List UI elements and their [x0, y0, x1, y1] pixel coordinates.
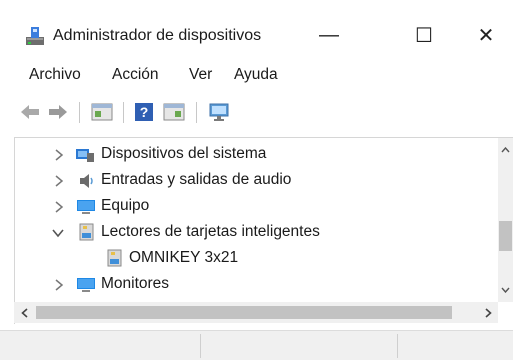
title-bar: Administrador de dispositivos — ☐ ✕	[0, 0, 513, 64]
minimize-icon: —	[319, 23, 339, 46]
menu-ver[interactable]: Ver	[189, 66, 212, 84]
speaker-icon	[80, 174, 93, 188]
chevron-left-icon	[20, 307, 28, 318]
status-bar-divider	[200, 334, 201, 358]
toolbar: ?	[0, 91, 513, 131]
tree-item-label: OMNIKEY 3x21	[129, 249, 239, 266]
monitor-icon	[77, 200, 95, 214]
horizontal-scroll-thumb[interactable]	[36, 306, 452, 319]
menu-archivo[interactable]: Archivo	[29, 66, 81, 84]
scan-hardware-button[interactable]	[207, 101, 231, 123]
scroll-up-button[interactable]	[498, 144, 513, 156]
chevron-right-icon	[484, 307, 492, 318]
horizontal-scrollbar[interactable]	[14, 302, 498, 323]
chevron-right-icon[interactable]	[52, 200, 66, 214]
chevron-down-icon	[501, 287, 510, 293]
chevron-right-icon[interactable]	[52, 148, 66, 162]
tree-item-monitores[interactable]: Monitores	[15, 272, 499, 298]
scroll-down-button[interactable]	[498, 284, 513, 296]
tree-item-label: Monitores	[101, 275, 170, 292]
window-title: Administrador de dispositivos	[53, 27, 262, 44]
update-driver-icon	[163, 103, 185, 121]
maximize-icon: ☐	[415, 24, 433, 47]
device-manager-window: Administrador de dispositivos — ☐ ✕ Arch…	[0, 0, 513, 360]
forward-arrow-icon	[49, 105, 67, 119]
toolbar-separator	[196, 102, 197, 123]
maximize-button[interactable]: ☐	[401, 18, 447, 52]
tree-item-entradas-y-salidas-de-audio[interactable]: Entradas y salidas de audio	[15, 168, 499, 194]
chevron-right-icon[interactable]	[52, 174, 66, 188]
menu-bar: Archivo Acción Ver Ayuda	[0, 64, 513, 90]
tree-item-label: Entradas y salidas de audio	[101, 171, 292, 188]
properties-icon	[91, 103, 113, 121]
tree-item-dispositivos-del-sistema[interactable]: Dispositivos del sistema	[15, 142, 499, 168]
tree-item-label: Lectores de tarjetas inteligentes	[101, 223, 320, 240]
chevron-right-icon[interactable]	[52, 278, 66, 292]
chevron-up-icon	[501, 147, 510, 153]
tree-item-lectores-de-tarjetas-inteligentes[interactable]: Lectores de tarjetas inteligentes	[15, 220, 499, 246]
scroll-right-button[interactable]	[482, 306, 494, 319]
smart-card-reader-icon	[107, 249, 122, 267]
device-tree: Dispositivos del sistema Entradas y sali…	[14, 137, 513, 324]
close-button[interactable]: ✕	[463, 18, 509, 52]
update-driver-button[interactable]	[162, 101, 186, 123]
menu-accion[interactable]: Acción	[112, 66, 159, 84]
monitor-icon	[77, 278, 95, 292]
back-arrow-icon	[21, 105, 39, 119]
tree-item-label: Dispositivos del sistema	[101, 145, 267, 162]
minimize-button[interactable]: —	[306, 18, 352, 52]
scroll-left-button[interactable]	[18, 306, 30, 319]
vertical-scrollbar[interactable]	[498, 138, 513, 302]
close-icon: ✕	[477, 24, 495, 47]
chevron-down-icon[interactable]	[51, 226, 65, 240]
menu-ayuda[interactable]: Ayuda	[234, 66, 278, 84]
toolbar-separator	[79, 102, 80, 123]
back-button[interactable]	[18, 101, 42, 123]
help-icon: ?	[135, 103, 153, 121]
status-bar-divider	[397, 334, 398, 358]
help-button[interactable]: ?	[133, 101, 155, 123]
scan-hardware-icon	[209, 103, 229, 121]
status-bar	[0, 330, 513, 360]
tree-item-omnikey-3x21[interactable]: OMNIKEY 3x21	[15, 246, 499, 272]
properties-button[interactable]	[90, 101, 114, 123]
device-manager-icon	[26, 27, 44, 45]
svg-text:?: ?	[140, 104, 149, 120]
tree-item-label: Equipo	[101, 197, 150, 214]
forward-button[interactable]	[46, 101, 70, 123]
tree-item-equipo[interactable]: Equipo	[15, 194, 499, 220]
smart-card-reader-icon	[79, 223, 94, 241]
toolbar-separator	[123, 102, 124, 123]
system-devices-icon	[76, 149, 94, 162]
vertical-scroll-thumb[interactable]	[499, 221, 512, 251]
